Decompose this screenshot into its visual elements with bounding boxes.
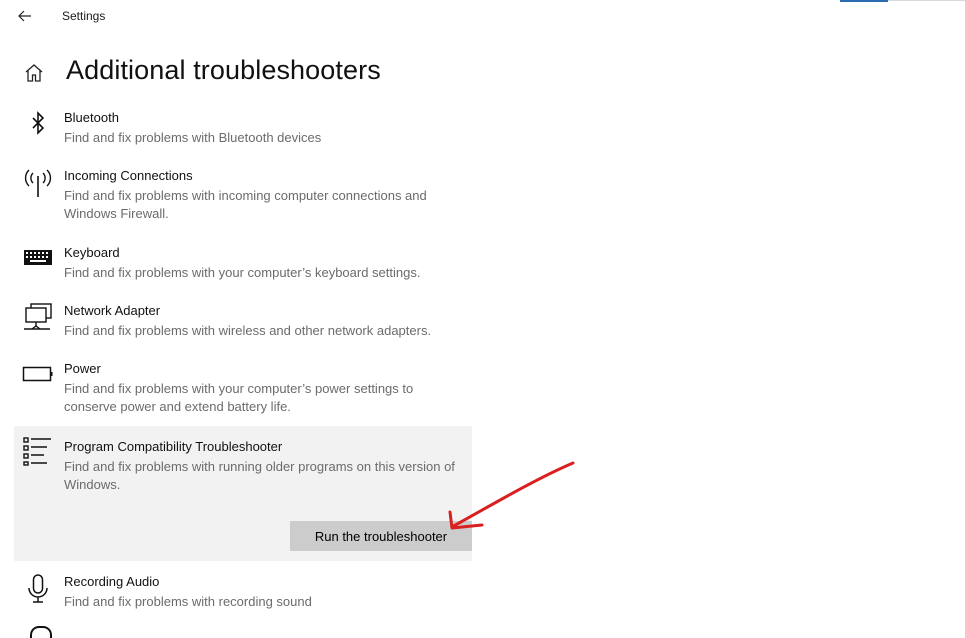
item-desc: Find and fix problems with wireless and … — [64, 323, 432, 338]
item-desc: Find and fix problems with your computer… — [64, 265, 421, 280]
troubleshooter-network-adapter[interactable]: Network Adapter Find and fix problems wi… — [14, 303, 472, 343]
keyboard-icon — [22, 245, 54, 277]
item-desc: Find and fix problems with incoming comp… — [64, 188, 427, 221]
divider — [888, 0, 965, 1]
arrow-left-icon — [18, 10, 31, 22]
bluetooth-icon — [22, 110, 54, 142]
troubleshooter-power[interactable]: Power Find and fix problems with your co… — [14, 361, 472, 419]
battery-icon — [22, 361, 54, 393]
item-desc: Find and fix problems with Bluetooth dev… — [64, 130, 322, 145]
next-item-icon-partial — [30, 626, 52, 638]
troubleshooter-bluetooth[interactable]: Bluetooth Find and fix problems with Blu… — [14, 110, 472, 150]
microphone-icon — [22, 574, 54, 606]
back-button[interactable] — [14, 6, 36, 26]
troubleshooter-recording-audio[interactable]: Recording Audio Find and fix problems wi… — [14, 574, 472, 614]
item-name: Bluetooth — [64, 110, 119, 125]
troubleshooter-keyboard[interactable]: Keyboard Find and fix problems with your… — [14, 245, 472, 285]
item-desc: Find and fix problems with your computer… — [64, 381, 414, 414]
item-name: Keyboard — [64, 245, 120, 260]
app-title: Settings — [62, 9, 106, 23]
title-bar: Settings — [0, 0, 965, 34]
item-desc: Find and fix problems with recording sou… — [64, 594, 312, 609]
item-name: Incoming Connections — [64, 168, 193, 183]
item-name: Program Compatibility Troubleshooter — [64, 439, 283, 454]
accent-indicator — [840, 0, 888, 2]
troubleshooter-incoming-connections[interactable]: Incoming Connections Find and fix proble… — [14, 168, 472, 226]
page-title: Additional troubleshooters — [66, 55, 381, 85]
item-name: Power — [64, 361, 101, 376]
troubleshooter-program-compatibility[interactable]: Program Compatibility Troubleshooter Fin… — [14, 426, 472, 561]
item-name: Recording Audio — [64, 574, 160, 589]
run-troubleshooter-button[interactable]: Run the troubleshooter — [290, 521, 472, 551]
list-icon — [22, 436, 54, 468]
antenna-icon — [22, 168, 54, 200]
item-desc: Find and fix problems with running older… — [64, 459, 455, 492]
item-name: Network Adapter — [64, 303, 161, 318]
network-adapter-icon — [22, 303, 54, 335]
home-icon[interactable] — [23, 62, 45, 84]
